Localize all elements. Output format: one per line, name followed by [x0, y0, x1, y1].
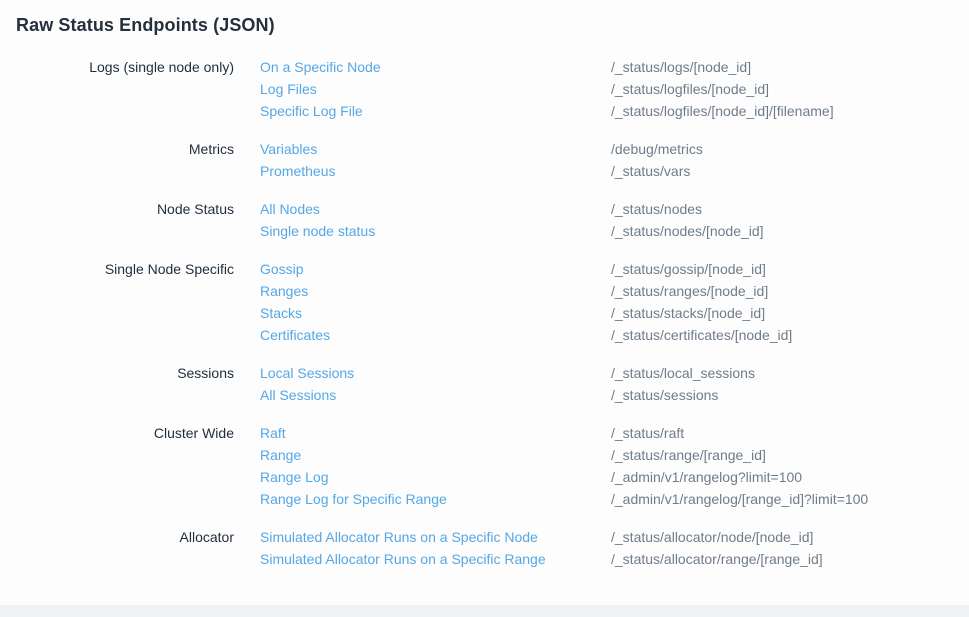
- endpoint-section: Node Status All Nodes /_status/nodes Sin…: [0, 198, 969, 242]
- endpoint-path: /_status/nodes: [611, 198, 702, 220]
- endpoint-row: Certificates /_status/certificates/[node…: [260, 324, 969, 346]
- endpoint-path: /_admin/v1/rangelog?limit=100: [611, 466, 802, 488]
- endpoint-link[interactable]: Certificates: [260, 324, 611, 346]
- endpoint-path: /_status/logfiles/[node_id]: [611, 78, 769, 100]
- category-label: Sessions: [0, 362, 260, 384]
- endpoint-path: /_status/allocator/node/[node_id]: [611, 526, 813, 548]
- endpoint-section: Single Node Specific Gossip /_status/gos…: [0, 258, 969, 346]
- endpoint-path: /debug/metrics: [611, 138, 703, 160]
- endpoint-link[interactable]: Gossip: [260, 258, 611, 280]
- section-rows: All Nodes /_status/nodes Single node sta…: [260, 198, 969, 242]
- endpoint-path: /_status/ranges/[node_id]: [611, 280, 768, 302]
- endpoint-path: /_status/logfiles/[node_id]/[filename]: [611, 100, 834, 122]
- endpoint-section: Logs (single node only) On a Specific No…: [0, 56, 969, 122]
- endpoint-path: /_status/nodes/[node_id]: [611, 220, 764, 242]
- section-rows: Raft /_status/raft Range /_status/range/…: [260, 422, 969, 510]
- endpoint-link[interactable]: On a Specific Node: [260, 56, 611, 78]
- category-label: Node Status: [0, 198, 260, 220]
- endpoint-link[interactable]: Single node status: [260, 220, 611, 242]
- endpoint-row: Raft /_status/raft: [260, 422, 969, 444]
- endpoint-path: /_status/local_sessions: [611, 362, 755, 384]
- endpoints-table: Logs (single node only) On a Specific No…: [0, 56, 969, 570]
- section-rows: Variables /debug/metrics Prometheus /_st…: [260, 138, 969, 182]
- endpoint-row: Range Log /_admin/v1/rangelog?limit=100: [260, 466, 969, 488]
- endpoint-link[interactable]: Simulated Allocator Runs on a Specific N…: [260, 526, 611, 548]
- endpoint-link[interactable]: Local Sessions: [260, 362, 611, 384]
- endpoint-row: Prometheus /_status/vars: [260, 160, 969, 182]
- endpoint-link[interactable]: Range Log: [260, 466, 611, 488]
- category-label: Logs (single node only): [0, 56, 260, 78]
- endpoint-link[interactable]: Simulated Allocator Runs on a Specific R…: [260, 548, 611, 570]
- endpoint-path: /_admin/v1/rangelog/[range_id]?limit=100: [611, 488, 868, 510]
- category-label: Metrics: [0, 138, 260, 160]
- endpoint-row: On a Specific Node /_status/logs/[node_i…: [260, 56, 969, 78]
- endpoint-path: /_status/stacks/[node_id]: [611, 302, 765, 324]
- endpoint-link[interactable]: Stacks: [260, 302, 611, 324]
- endpoint-link[interactable]: Range: [260, 444, 611, 466]
- endpoint-row: All Nodes /_status/nodes: [260, 198, 969, 220]
- endpoint-row: Specific Log File /_status/logfiles/[nod…: [260, 100, 969, 122]
- endpoint-row: Variables /debug/metrics: [260, 138, 969, 160]
- section-rows: On a Specific Node /_status/logs/[node_i…: [260, 56, 969, 122]
- section-rows: Gossip /_status/gossip/[node_id] Ranges …: [260, 258, 969, 346]
- category-label: Single Node Specific: [0, 258, 260, 280]
- endpoint-row: Simulated Allocator Runs on a Specific R…: [260, 548, 969, 570]
- endpoint-path: /_status/raft: [611, 422, 684, 444]
- category-label: Allocator: [0, 526, 260, 548]
- endpoint-row: Range /_status/range/[range_id]: [260, 444, 969, 466]
- endpoint-row: Gossip /_status/gossip/[node_id]: [260, 258, 969, 280]
- endpoint-section: Cluster Wide Raft /_status/raft Range /_…: [0, 422, 969, 510]
- endpoint-link[interactable]: Raft: [260, 422, 611, 444]
- endpoint-row: All Sessions /_status/sessions: [260, 384, 969, 406]
- endpoint-link[interactable]: All Sessions: [260, 384, 611, 406]
- section-rows: Simulated Allocator Runs on a Specific N…: [260, 526, 969, 570]
- endpoint-path: /_status/vars: [611, 160, 690, 182]
- endpoint-section: Metrics Variables /debug/metrics Prometh…: [0, 138, 969, 182]
- endpoint-link[interactable]: Specific Log File: [260, 100, 611, 122]
- endpoint-path: /_status/sessions: [611, 384, 718, 406]
- endpoint-row: Range Log for Specific Range /_admin/v1/…: [260, 488, 969, 510]
- section-rows: Local Sessions /_status/local_sessions A…: [260, 362, 969, 406]
- footer-strip: [0, 605, 969, 617]
- category-label: Cluster Wide: [0, 422, 260, 444]
- page-title: Raw Status Endpoints (JSON): [16, 14, 969, 36]
- endpoint-path: /_status/logs/[node_id]: [611, 56, 751, 78]
- endpoint-path: /_status/allocator/range/[range_id]: [611, 548, 823, 570]
- endpoint-row: Log Files /_status/logfiles/[node_id]: [260, 78, 969, 100]
- endpoint-path: /_status/gossip/[node_id]: [611, 258, 766, 280]
- endpoint-section: Allocator Simulated Allocator Runs on a …: [0, 526, 969, 570]
- endpoint-link[interactable]: Range Log for Specific Range: [260, 488, 611, 510]
- endpoint-row: Ranges /_status/ranges/[node_id]: [260, 280, 969, 302]
- endpoint-section: Sessions Local Sessions /_status/local_s…: [0, 362, 969, 406]
- endpoint-link[interactable]: All Nodes: [260, 198, 611, 220]
- endpoint-row: Stacks /_status/stacks/[node_id]: [260, 302, 969, 324]
- endpoint-path: /_status/range/[range_id]: [611, 444, 766, 466]
- endpoint-path: /_status/certificates/[node_id]: [611, 324, 792, 346]
- endpoint-link[interactable]: Prometheus: [260, 160, 611, 182]
- endpoint-row: Single node status /_status/nodes/[node_…: [260, 220, 969, 242]
- endpoint-link[interactable]: Ranges: [260, 280, 611, 302]
- endpoint-row: Local Sessions /_status/local_sessions: [260, 362, 969, 384]
- endpoint-link[interactable]: Variables: [260, 138, 611, 160]
- endpoint-link[interactable]: Log Files: [260, 78, 611, 100]
- endpoint-row: Simulated Allocator Runs on a Specific N…: [260, 526, 969, 548]
